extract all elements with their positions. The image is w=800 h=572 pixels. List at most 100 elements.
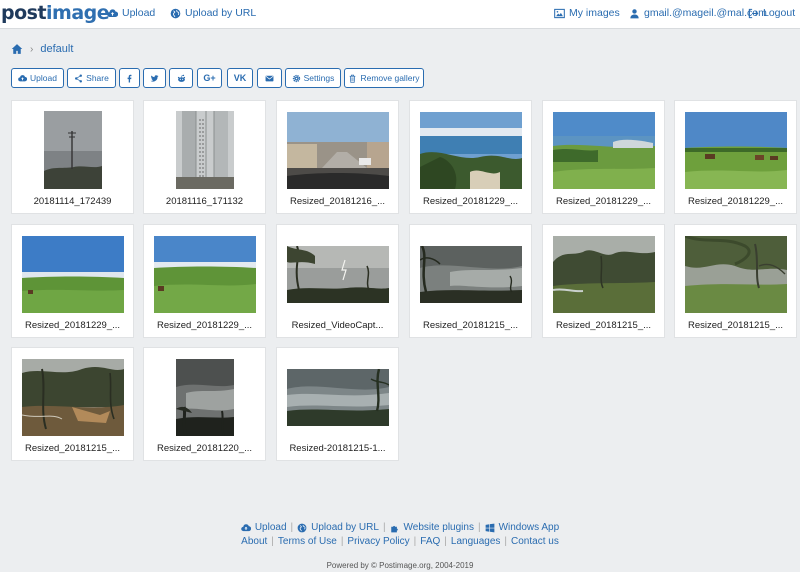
windows-icon (485, 523, 494, 532)
gallery-caption[interactable]: Resized_20181215_... (410, 320, 531, 331)
powered-by-text: Powered by © Postimage.org, 2004-2019 (326, 561, 474, 570)
gallery-caption[interactable]: Resized-20181215-1... (277, 443, 398, 454)
footer-separator: | (477, 522, 481, 533)
nav-upload-by-url-label: Upload by URL (185, 7, 257, 19)
footer-windows-app-link[interactable]: Windows App (499, 522, 560, 533)
footer-separator: | (444, 536, 447, 547)
nav-upload-by-url[interactable]: Upload by URL (170, 7, 256, 19)
google-plus-button[interactable]: G+ (197, 68, 222, 88)
footer-separator: | (271, 536, 274, 547)
gallery-item[interactable]: 20181114_172439 (11, 100, 134, 214)
nav-upload[interactable]: Upload (107, 7, 155, 19)
gallery-thumbnail[interactable] (176, 359, 234, 436)
gallery-caption[interactable]: Resized_20181229_... (12, 320, 133, 331)
vk-button[interactable]: VK (227, 68, 253, 88)
gallery-item[interactable]: Resized_20181229_... (143, 224, 266, 338)
nav-logout[interactable]: Logout (748, 7, 795, 19)
gallery-caption[interactable]: Resized_20181215_... (675, 320, 796, 331)
gallery-item[interactable]: Resized_VideoCapt... (276, 224, 399, 338)
gallery-item[interactable]: Resized_20181215_... (11, 347, 134, 461)
footer-privacy-link[interactable]: Privacy Policy (347, 536, 409, 547)
gallery-caption[interactable]: Resized_20181215_... (543, 320, 664, 331)
envelope-icon (265, 75, 274, 81)
settings-button[interactable]: Settings (285, 68, 341, 88)
twitter-icon (150, 74, 159, 82)
gallery-item[interactable]: Resized_20181215_... (409, 224, 532, 338)
reddit-button[interactable] (169, 68, 193, 88)
gallery-caption[interactable]: Resized_20181216_... (277, 196, 398, 207)
gallery-thumbnail[interactable] (154, 236, 256, 313)
vk-icon: VK (233, 73, 247, 83)
nav-upload-label: Upload (122, 7, 156, 19)
trash-icon (350, 74, 356, 83)
gallery-thumbnail[interactable] (22, 359, 124, 436)
gallery-thumbnail[interactable] (420, 112, 522, 189)
breadcrumb-separator: › (30, 43, 34, 55)
gallery-caption[interactable]: Resized_VideoCapt... (277, 320, 398, 331)
footer-contact-link[interactable]: Contact us (511, 536, 559, 547)
footer-website-plugins-link[interactable]: Website plugins (404, 522, 474, 533)
gallery-thumbnail[interactable] (176, 111, 234, 189)
gallery-item[interactable]: Resized_20181229_... (542, 100, 665, 214)
gallery-thumbnail[interactable] (685, 236, 787, 313)
breadcrumb: › default (11, 43, 73, 55)
gallery-item[interactable]: Resized_20181215_... (542, 224, 665, 338)
email-button[interactable] (257, 68, 282, 88)
gallery-thumbnail[interactable] (287, 112, 389, 189)
footer-terms-link[interactable]: Terms of Use (278, 536, 337, 547)
gallery-item[interactable]: Resized_20181229_... (409, 100, 532, 214)
gallery-item[interactable]: Resized_20181220_... (143, 347, 266, 461)
share-icon (75, 73, 83, 83)
gallery-item[interactable]: Resized-20181215-1... (276, 347, 399, 461)
site-logo[interactable]: postimage (1, 2, 110, 24)
upload-button[interactable]: Upload (11, 68, 64, 88)
puzzle-icon (390, 525, 398, 532)
gallery-item[interactable]: Resized_20181215_... (674, 224, 797, 338)
gallery-thumbnail[interactable] (44, 111, 102, 189)
facebook-button[interactable] (119, 68, 140, 88)
gallery-caption[interactable]: 20181116_171132 (144, 196, 265, 207)
footer-languages-link[interactable]: Languages (451, 536, 501, 547)
twitter-button[interactable] (143, 68, 166, 88)
gallery-thumbnail[interactable] (685, 112, 787, 189)
gallery-caption[interactable]: Resized_20181215_... (12, 443, 133, 454)
gallery-thumbnail[interactable] (22, 236, 124, 313)
footer-about-link[interactable]: About (241, 536, 267, 547)
nav-my-images[interactable]: My images (554, 7, 620, 19)
gallery-caption[interactable]: Resized_20181229_... (543, 196, 664, 207)
nav-my-images-label: My images (569, 7, 620, 19)
globe-icon (170, 8, 181, 18)
cloud-upload-icon (107, 8, 118, 17)
gallery-caption[interactable]: Resized_20181229_... (144, 320, 265, 331)
gallery-thumbnail[interactable] (287, 246, 389, 303)
home-icon[interactable] (11, 43, 23, 55)
gallery-item[interactable]: Resized_20181216_... (276, 100, 399, 214)
gallery-thumbnail[interactable] (420, 246, 522, 303)
gallery-thumbnail[interactable] (553, 236, 655, 313)
gallery-item[interactable]: Resized_20181229_... (674, 100, 797, 214)
logout-icon (748, 8, 759, 18)
footer-primary-links: Upload | Upload by URL | Website plugins… (0, 522, 800, 533)
user-icon (630, 8, 639, 18)
breadcrumb-current[interactable]: default (40, 43, 73, 55)
gallery-item[interactable]: Resized_20181229_... (11, 224, 134, 338)
footer-upload-by-url-link[interactable]: Upload by URL (311, 522, 379, 533)
footer-faq-link[interactable]: FAQ (420, 536, 440, 547)
gallery-caption[interactable]: Resized_20181229_... (675, 196, 796, 207)
nav-account[interactable]: gmail.@mageil.@mal.com (629, 7, 767, 19)
share-button[interactable]: Share (67, 68, 116, 88)
gallery-thumbnail[interactable] (287, 369, 389, 426)
gallery-caption[interactable]: Resized_20181229_... (410, 196, 531, 207)
remove-gallery-button[interactable]: Remove gallery (344, 68, 424, 88)
gallery-thumbnail[interactable] (553, 112, 655, 189)
footer-separator: | (413, 536, 417, 547)
cloud-upload-icon (241, 523, 251, 531)
top-bar: postimage Upload Upload by URL My images… (0, 0, 800, 29)
footer-separator: | (340, 536, 344, 547)
facebook-icon (127, 74, 132, 82)
image-icon (554, 8, 565, 18)
footer-upload-link[interactable]: Upload (255, 522, 287, 533)
gallery-caption[interactable]: 20181114_172439 (12, 196, 133, 207)
gallery-item[interactable]: 20181116_171132 (143, 100, 266, 214)
gallery-caption[interactable]: Resized_20181220_... (144, 443, 265, 454)
